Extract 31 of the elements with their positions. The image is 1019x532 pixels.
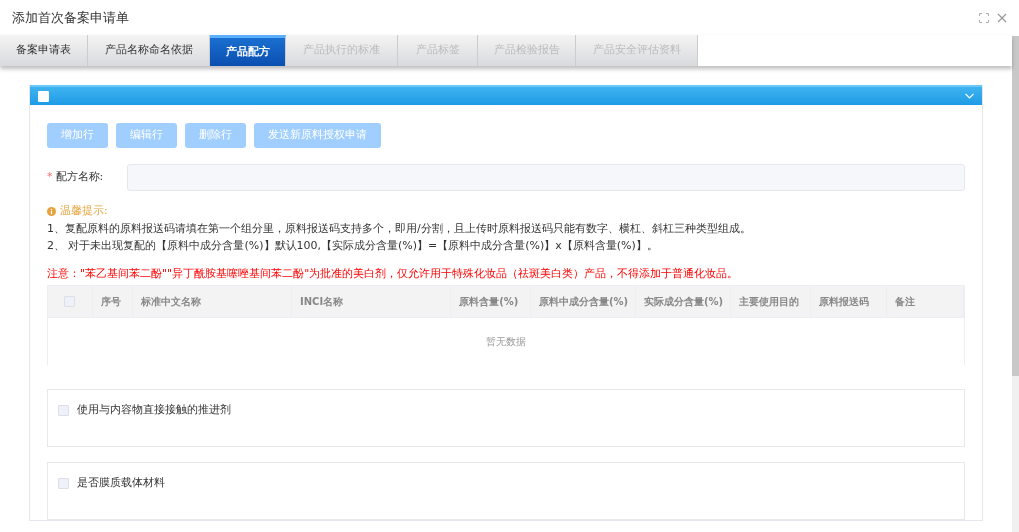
- hint-line: 2、 对于未出现复配的【原料中成分含量(%)】默认100,【实际成分含量(%)】=【原料中成分含量(%)】x【原料含量(%)】。: [47, 238, 659, 254]
- column-header: 序号: [92, 286, 133, 317]
- checkbox[interactable]: [38, 90, 49, 102]
- field-label: 配方名称:: [55, 170, 104, 184]
- window-title: 添加首次备案申请单: [12, 8, 129, 27]
- tab[interactable]: 产品配方: [210, 35, 286, 66]
- column-header: 原料报送码: [810, 286, 888, 317]
- column-header: 原料含量(%): [451, 286, 531, 317]
- info-icon: [47, 206, 56, 216]
- maximize-icon[interactable]: [979, 12, 989, 23]
- required-mark: *: [47, 170, 53, 184]
- chevron-icon[interactable]: [965, 93, 974, 99]
- column-header: 标准中文名称: [132, 286, 292, 317]
- close-icon[interactable]: [997, 12, 1007, 23]
- checkbox-label: 是否膜质载体材料: [77, 475, 165, 491]
- empty-text: 暂无数据: [486, 335, 526, 349]
- input-field[interactable]: [127, 164, 965, 191]
- hint-line: 1、复配原料的原料报送码请填在第一个组分里，原料报送码支持多个，即用/分割，且上传时原料报送码只能有数字、横杠、斜杠三种类型组成。: [47, 220, 752, 237]
- column-header: 原料中成分含量(%): [530, 286, 636, 317]
- column-header: 备注: [887, 286, 964, 317]
- column-header: INCI名称: [292, 286, 452, 317]
- column-header: 实际成分含量(%): [635, 286, 731, 317]
- checkbox[interactable]: [58, 477, 69, 489]
- column-header: 主要使用目的: [730, 286, 811, 317]
- tab[interactable]: 产品名称命名依据: [88, 35, 210, 66]
- checkbox[interactable]: [58, 404, 69, 416]
- warning-text: 注意："苯乙基间苯二酚""异丁酰胺基噻唑基间苯二酚"为批准的美白剂，仅允许用于特殊化妆品（祛斑美白类）产品，不得添加于普通化妆品。: [47, 265, 740, 282]
- tab[interactable]: 备案申请表: [0, 35, 88, 66]
- hint-title: 温馨提示:: [60, 203, 108, 219]
- scrollbar-thumb[interactable]: [1012, 36, 1019, 376]
- checkbox-label: 使用与内容物直接接触的推进剂: [77, 402, 231, 418]
